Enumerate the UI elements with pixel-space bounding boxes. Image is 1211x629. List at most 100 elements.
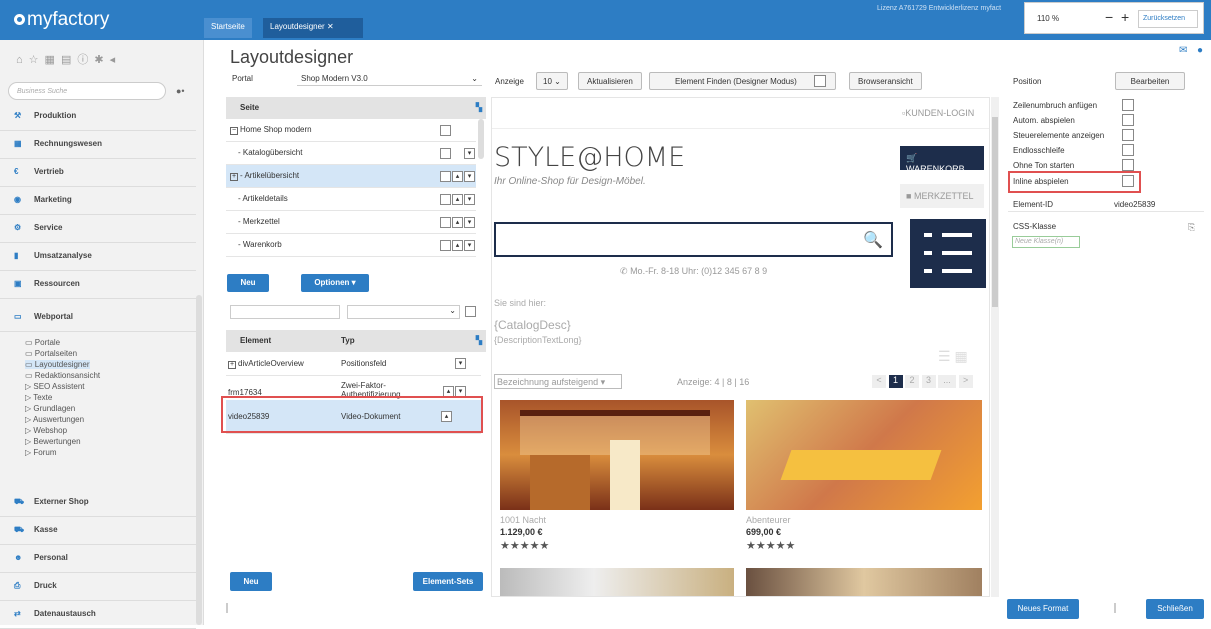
page-3[interactable]: 3 — [921, 375, 936, 388]
subnav-seo-assistent[interactable]: ▷ SEO Assistent — [25, 382, 85, 391]
info-icon[interactable]: ⓘ — [77, 54, 94, 66]
page-1[interactable]: 1 — [888, 375, 903, 388]
nav-produktion[interactable]: ⚒ Produktion — [0, 104, 196, 131]
nav-service[interactable]: ⚙ Service — [0, 216, 196, 243]
tree-row[interactable]: − Home Shop modern — [226, 119, 476, 142]
nav-externer-shop[interactable]: ⛟ Externer Shop — [0, 490, 196, 517]
element-row[interactable]: + divArticleOverview Positionsfeld ▾ — [226, 352, 481, 376]
subnav-portalseiten[interactable]: ▭ Portalseiten — [25, 349, 77, 358]
find-element-button[interactable]: Element Finden (Designer Modus) — [649, 72, 836, 90]
view-toggle-icon[interactable]: ☰▦ — [938, 348, 972, 365]
move-up-icon[interactable]: ▴ — [452, 194, 463, 205]
row-checkbox[interactable] — [440, 217, 451, 228]
new-element-button[interactable]: Neu — [230, 572, 272, 591]
filter-input[interactable] — [230, 305, 340, 319]
nav-druck[interactable]: ⎙ Druck — [0, 574, 196, 601]
subnav-grundlagen[interactable]: ▷ Grundlagen — [25, 404, 75, 413]
element-sets-button[interactable]: Element-Sets — [413, 572, 483, 591]
move-up-icon[interactable]: ▴ — [452, 240, 463, 251]
home-icon[interactable]: ⌂ — [16, 54, 29, 66]
product-image[interactable] — [500, 400, 734, 510]
shop-brand[interactable]: STYLE@HOME — [494, 142, 685, 173]
product-name[interactable]: 1001 Nacht — [500, 515, 546, 525]
zoom-in-button[interactable]: + — [1121, 9, 1129, 25]
nav-webportal[interactable]: ▭ Webportal — [0, 305, 196, 332]
pin-icon[interactable]: ✱ — [94, 54, 109, 66]
subnav-texte[interactable]: ▷ Texte — [25, 393, 52, 402]
sort-select[interactable]: Bezeichnung aufsteigend ▾ — [494, 374, 622, 389]
edit-button[interactable]: Bearbeiten — [1115, 72, 1185, 90]
zoom-reset-button[interactable]: Zurücksetzen — [1138, 10, 1198, 28]
column-settings-icon[interactable]: ▚ — [476, 103, 482, 112]
star-icon[interactable]: ☆ — [29, 54, 45, 66]
tree-scrollbar[interactable] — [478, 119, 484, 159]
collapse-icon[interactable]: ◂ — [110, 54, 122, 66]
page-next[interactable]: > — [958, 375, 973, 388]
calendar-icon[interactable]: ▦ — [45, 54, 61, 66]
items-per-page[interactable]: Anzeige: 4 | 8 | 16 — [677, 377, 749, 387]
sidebar-scrollbar[interactable] — [196, 295, 202, 625]
row-checkbox[interactable] — [440, 125, 451, 136]
product-name[interactable]: Abenteurer — [746, 515, 791, 525]
copy-icon[interactable]: ⎘ — [1188, 222, 1195, 233]
filter-checkbox[interactable] — [465, 306, 476, 317]
product-image[interactable] — [746, 568, 982, 596]
anzeige-select[interactable]: 10 ⌄ — [536, 72, 568, 90]
cart-button[interactable]: 🛒 WARENKORB — [900, 146, 984, 174]
expand-icon[interactable]: + — [230, 173, 238, 181]
move-down-icon[interactable]: ▾ — [464, 148, 475, 159]
portal-select[interactable]: Shop Modern V3.0 ⌄ — [297, 72, 482, 86]
app-logo[interactable]: myfactory — [14, 9, 109, 31]
nav-umsatzanalyse[interactable]: ▮ Umsatzanalyse — [0, 244, 196, 271]
move-down-icon[interactable]: ▾ — [464, 171, 475, 182]
product-image[interactable] — [500, 568, 734, 596]
css-class-input[interactable]: Neue Klasse(n) — [1012, 236, 1080, 248]
help-icon[interactable]: ● — [1197, 45, 1203, 56]
tree-row[interactable]: - Warenkorb ▴ ▾ — [226, 234, 476, 257]
nav-vertrieb[interactable]: € Vertrieb — [0, 160, 196, 187]
options-button[interactable]: Optionen ▾ — [301, 274, 369, 292]
tree-row[interactable]: - Katalogübersicht ▾ — [226, 142, 476, 165]
search-icon[interactable]: 🔍 — [863, 230, 883, 250]
move-down-icon[interactable]: ▾ — [464, 194, 475, 205]
move-up-icon[interactable]: ▴ — [452, 171, 463, 182]
subnav-webshop[interactable]: ▷ Webshop — [25, 426, 67, 435]
close-icon[interactable]: ✕ — [327, 22, 334, 31]
move-down-icon[interactable]: ▾ — [464, 240, 475, 251]
shop-search-input[interactable]: 🔍 — [494, 222, 893, 257]
menu-icon[interactable] — [910, 219, 986, 288]
tree-row[interactable]: - Artikeldetails ▴ ▾ — [226, 188, 476, 211]
column-settings-icon[interactable]: ▚ — [476, 336, 482, 345]
row-checkbox[interactable] — [440, 171, 451, 182]
collapse-icon[interactable]: − — [230, 127, 238, 135]
wishlist-button[interactable]: ■ MERKZETTEL — [900, 184, 984, 208]
zoom-out-button[interactable]: − — [1105, 9, 1113, 25]
nav-rechnungswesen[interactable]: ▦ Rechnungswesen — [0, 132, 196, 159]
subnav-redaktionsansicht[interactable]: ▭ Redaktionsansicht — [25, 371, 100, 380]
new-format-button[interactable]: Neues Format — [1007, 599, 1079, 619]
subnav-portale[interactable]: ▭ Portale — [25, 338, 60, 347]
muted-checkbox[interactable] — [1122, 159, 1134, 171]
nav-personal[interactable]: ☻ Personal — [0, 546, 196, 573]
controls-checkbox[interactable] — [1122, 129, 1134, 141]
tree-row[interactable]: - Merkzettel ▴ ▾ — [226, 211, 476, 234]
close-button[interactable]: Schließen — [1146, 599, 1204, 619]
line-break-checkbox[interactable] — [1122, 99, 1134, 111]
row-checkbox[interactable] — [440, 240, 451, 251]
subnav-layoutdesigner[interactable]: ▭ Layoutdesigner — [25, 360, 90, 369]
filter-select[interactable]: ⌄ — [347, 305, 460, 319]
tree-row-selected[interactable]: + - Artikelübersicht ▴ ▾ — [226, 165, 476, 188]
elementid-value[interactable]: video25839 — [1114, 200, 1155, 209]
row-checkbox[interactable] — [440, 148, 451, 159]
business-search-input[interactable]: Business Suche — [8, 82, 166, 100]
page-2[interactable]: 2 — [905, 375, 920, 388]
row-checkbox[interactable] — [440, 194, 451, 205]
notes-icon[interactable]: ▤ — [61, 54, 77, 66]
tab-startseite[interactable]: Startseite — [204, 18, 252, 38]
preview-scrollbar[interactable] — [991, 97, 999, 597]
nav-marketing[interactable]: ◉ Marketing — [0, 188, 196, 215]
subnav-auswertungen[interactable]: ▷ Auswertungen — [25, 415, 84, 424]
designer-mode-checkbox[interactable] — [814, 75, 826, 87]
mail-icon[interactable]: ✉ — [1179, 45, 1187, 56]
refresh-button[interactable]: Aktualisieren — [578, 72, 642, 90]
